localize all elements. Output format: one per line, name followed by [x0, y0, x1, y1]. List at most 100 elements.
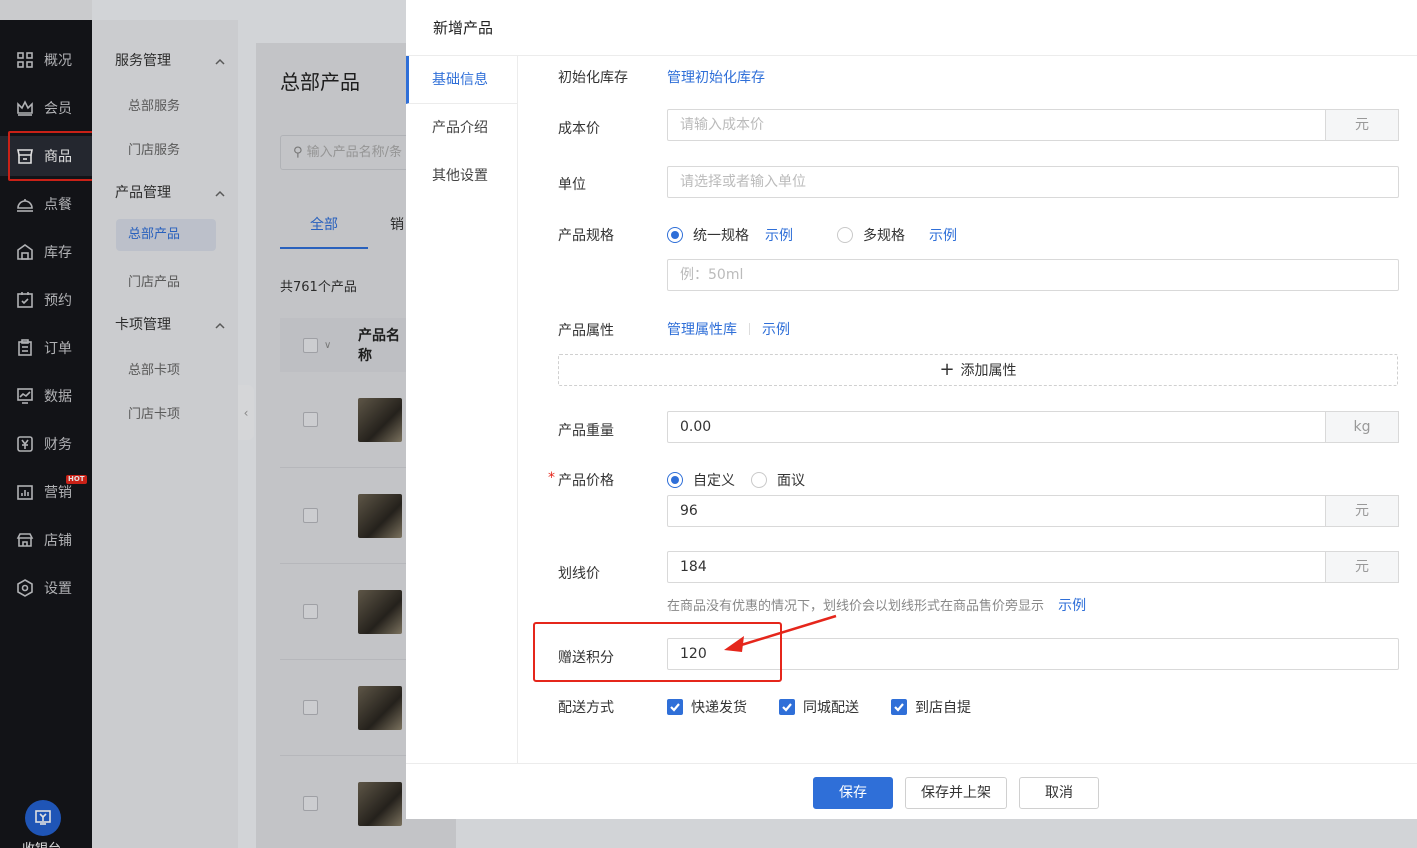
- search-placeholder: 输入产品名称/条: [306, 145, 403, 160]
- sidebar-item-label: 营销: [44, 485, 72, 501]
- sidebar-item-label: 预约: [44, 293, 72, 309]
- tab-all[interactable]: 全部: [310, 214, 338, 234]
- manage-attr-link[interactable]: 管理属性库: [667, 319, 737, 339]
- chevron-up-icon: [215, 319, 225, 329]
- spec-single-label: 统一规格: [693, 228, 749, 244]
- crown-icon: [16, 99, 34, 117]
- table-row: [280, 468, 410, 564]
- price-radio-negotiable[interactable]: 面议: [751, 470, 805, 490]
- checkbox-checked-icon: [779, 699, 795, 715]
- sidebar-item-label: 数据: [44, 389, 72, 405]
- sidebar-item-label: 财务: [44, 437, 72, 453]
- chevron-up-icon: [215, 187, 225, 197]
- add-attribute-button[interactable]: + 添加属性: [558, 354, 1398, 386]
- radio-unchecked-icon: [837, 227, 853, 243]
- select-all-checkbox[interactable]: [303, 337, 318, 353]
- cost-unit: 元: [1325, 109, 1399, 141]
- hot-badge: HOT: [66, 475, 87, 484]
- subnav-group-services[interactable]: 服务管理: [115, 50, 225, 70]
- table-row: [280, 564, 410, 660]
- cost-input[interactable]: 请输入成本价 元: [667, 109, 1399, 141]
- plus-icon: +: [939, 359, 955, 380]
- spec-radio-group: 统一规格 示例 多规格 示例: [667, 225, 957, 245]
- subnav-link-hq-cards[interactable]: 总部卡项: [128, 359, 180, 378]
- dish-icon: [16, 195, 34, 213]
- delivery-local-checkbox[interactable]: 同城配送: [779, 697, 859, 717]
- attr-example-link[interactable]: 示例: [762, 319, 790, 339]
- drawer-title: 新增产品: [406, 0, 1417, 56]
- strike-price-input[interactable]: 184 元: [667, 551, 1399, 583]
- subnav-link-store-cards[interactable]: 门店卡项: [128, 403, 180, 422]
- row-checkbox[interactable]: [303, 412, 318, 427]
- sidebar-item-finance[interactable]: 财务: [0, 424, 92, 464]
- sidebar-item-shop[interactable]: 店铺: [0, 520, 92, 560]
- subnav-link-store-services[interactable]: 门店服务: [128, 139, 180, 158]
- delivery-express-checkbox[interactable]: 快递发货: [667, 697, 747, 717]
- spec-single-example-link[interactable]: 示例: [765, 225, 793, 245]
- sidebar-item-settings[interactable]: 设置: [0, 568, 92, 608]
- weight-input[interactable]: 0.00 kg: [667, 411, 1399, 443]
- delivery-pickup-checkbox[interactable]: 到店自提: [891, 697, 971, 717]
- sidebar-item-overview[interactable]: 概况: [0, 40, 92, 80]
- drawer-tabs: 基础信息 产品介绍 其他设置: [406, 56, 518, 763]
- spec-radio-multi[interactable]: 多规格: [837, 225, 905, 245]
- price-radio-custom[interactable]: 自定义: [667, 470, 735, 490]
- delivery-local-label: 同城配送: [803, 700, 859, 716]
- tab-sales[interactable]: 销: [390, 214, 404, 234]
- row-checkbox[interactable]: [303, 604, 318, 619]
- spec-radio-single[interactable]: 统一规格: [667, 225, 749, 245]
- strike-price-unit: 元: [1325, 551, 1399, 583]
- sidebar-item-label: 订单: [44, 341, 72, 357]
- sidebar-item-data[interactable]: 数据: [0, 376, 92, 416]
- row-checkbox[interactable]: [303, 508, 318, 523]
- table-row: [280, 756, 410, 848]
- product-thumbnail: [358, 398, 402, 442]
- sidebar-item-inventory[interactable]: 库存: [0, 232, 92, 272]
- tab-product-intro[interactable]: 产品介绍: [406, 104, 517, 152]
- tab-underline: [280, 247, 368, 249]
- attr-links: 管理属性库 示例: [667, 319, 790, 339]
- sidebar-item-ordering[interactable]: 点餐: [0, 184, 92, 224]
- product-thumbnail: [358, 782, 402, 826]
- price-unit: 元: [1325, 495, 1399, 527]
- unit-select[interactable]: 请选择或者输入单位: [667, 166, 1399, 198]
- spec-multi-example-link[interactable]: 示例: [929, 225, 957, 245]
- search-input[interactable]: ⚲ 输入产品名称/条: [280, 135, 420, 170]
- save-button[interactable]: 保存: [813, 777, 893, 809]
- tab-other-settings[interactable]: 其他设置: [406, 152, 517, 200]
- radio-unchecked-icon: [751, 472, 767, 488]
- subnav-link-hq-products[interactable]: 总部产品: [116, 219, 216, 251]
- strike-example-link[interactable]: 示例: [1058, 598, 1086, 614]
- save-and-publish-button[interactable]: 保存并上架: [905, 777, 1007, 809]
- spec-input[interactable]: 例：50ml: [667, 259, 1399, 291]
- chevron-up-icon: [215, 55, 225, 65]
- sidebar-item-label: 店铺: [44, 533, 72, 549]
- subnav-link-store-products[interactable]: 门店产品: [128, 271, 180, 290]
- table-row: [280, 372, 410, 468]
- price-input[interactable]: 96 元: [667, 495, 1399, 527]
- sidebar-item-orders[interactable]: 订单: [0, 328, 92, 368]
- price-custom-label: 自定义: [693, 473, 735, 489]
- sidebar-item-label: 概况: [44, 53, 72, 69]
- chevron-down-icon[interactable]: ∨: [324, 340, 331, 351]
- yuan-icon: [16, 435, 34, 453]
- grid-icon: [16, 51, 34, 69]
- subnav-group-cards[interactable]: 卡项管理: [115, 314, 225, 334]
- clipboard-icon: [16, 339, 34, 357]
- sidebar-item-booking[interactable]: 预约: [0, 280, 92, 320]
- manage-init-stock-link[interactable]: 管理初始化库存: [667, 67, 765, 87]
- unit-placeholder: 请选择或者输入单位: [680, 174, 806, 190]
- cashier-button[interactable]: [25, 800, 61, 836]
- row-checkbox[interactable]: [303, 796, 318, 811]
- price-negotiable-label: 面议: [777, 473, 805, 489]
- sidebar-item-members[interactable]: 会员: [0, 88, 92, 128]
- collapse-sidebar-button[interactable]: ‹: [238, 385, 254, 440]
- cancel-button[interactable]: 取消: [1019, 777, 1099, 809]
- cost-label: 成本价: [558, 121, 600, 137]
- tab-basic-info[interactable]: 基础信息: [406, 56, 517, 104]
- subnav-group-label: 产品管理: [115, 185, 171, 201]
- row-checkbox[interactable]: [303, 700, 318, 715]
- subnav-group-products[interactable]: 产品管理: [115, 182, 225, 202]
- subnav-link-hq-services[interactable]: 总部服务: [128, 95, 180, 114]
- required-mark: *: [548, 470, 555, 486]
